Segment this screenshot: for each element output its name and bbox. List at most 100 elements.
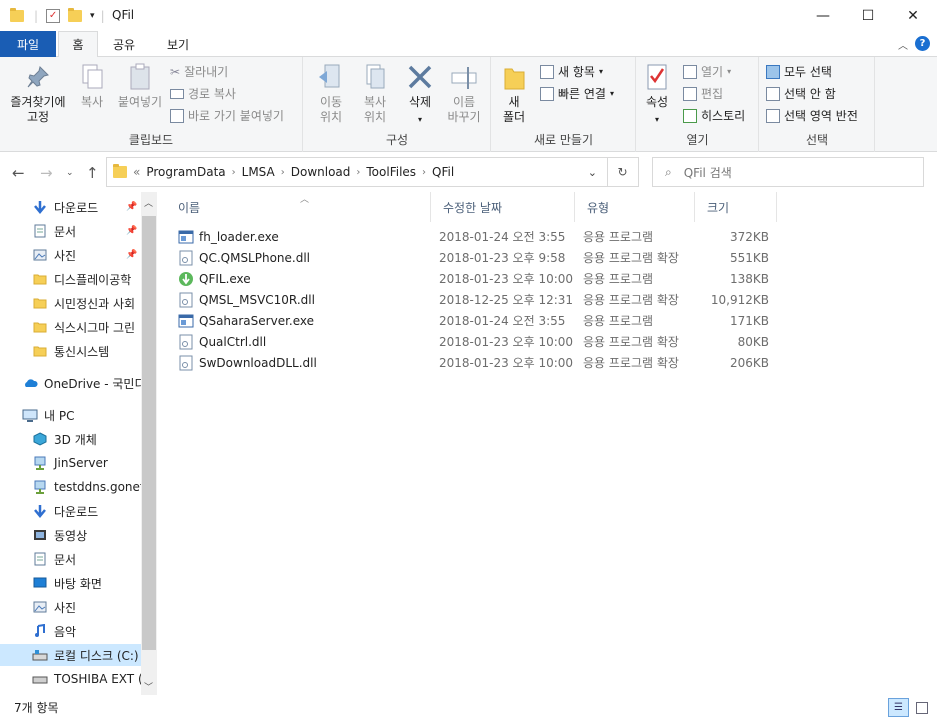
nav-item[interactable]: 시민정신과 사회: [0, 292, 141, 314]
column-size[interactable]: 크기: [695, 192, 777, 222]
column-name[interactable]: 이름: [166, 192, 431, 222]
paste-button[interactable]: 붙여넣기: [112, 63, 168, 110]
properties-icon: [643, 63, 671, 91]
address-dropdown-chevron-icon[interactable]: ⌄: [588, 166, 597, 179]
breadcrumb-item[interactable]: Download: [291, 165, 351, 179]
copy-button[interactable]: 복사: [74, 63, 110, 110]
column-date[interactable]: 수정한 날짜: [431, 192, 575, 222]
history-button[interactable]: 히스토리: [683, 107, 745, 124]
properties-button[interactable]: 속성 ▾: [639, 63, 675, 127]
select-all-button[interactable]: 모두 선택: [766, 63, 832, 80]
up-arrow-icon[interactable]: ↑: [86, 164, 99, 182]
navigation-scrollbar[interactable]: ︿ ﹀: [141, 192, 157, 695]
customize-toolbar-icon[interactable]: ▾: [90, 11, 95, 21]
nav-item-label: testddns.gonetis: [54, 480, 141, 494]
close-button[interactable]: ✕: [890, 0, 936, 31]
tab-view[interactable]: 보기: [156, 31, 200, 57]
refresh-icon: ↻: [617, 165, 628, 179]
nav-item-label: TOSHIBA EXT (D: [54, 672, 141, 686]
select-none-button[interactable]: 선택 안 함: [766, 85, 836, 102]
nav-item[interactable]: testddns.gonetis: [0, 476, 141, 498]
breadcrumb-item[interactable]: ToolFiles: [366, 165, 416, 179]
search-box[interactable]: ⌕ QFil 검색: [652, 157, 924, 187]
file-row[interactable]: QualCtrl.dll 2018-01-23 오후 10:00 응용 프로그램 확…: [174, 331, 774, 352]
minimize-button[interactable]: —: [800, 0, 846, 31]
rename-button[interactable]: 이름 바꾸기: [442, 63, 486, 125]
details-view-button[interactable]: ☰: [888, 698, 909, 717]
breadcrumb-separator-icon[interactable]: ›: [281, 167, 285, 178]
new-folder-button[interactable]: 새 폴더: [498, 63, 530, 125]
nav-item[interactable]: 음악: [0, 620, 141, 642]
file-row[interactable]: QMSL_MSVC10R.dll 2018-12-25 오후 12:31 응용 프로…: [174, 289, 774, 310]
scroll-down-arrow-icon[interactable]: ﹀: [144, 680, 153, 693]
tab-home[interactable]: 홈: [58, 31, 98, 58]
nav-item[interactable]: 디스플레이공학: [0, 268, 141, 290]
nav-item[interactable]: 다운로드: [0, 500, 141, 522]
paste-shortcut-button[interactable]: 바로 가기 붙여넣기: [170, 107, 284, 124]
invert-selection-button[interactable]: 선택 영역 반전: [766, 107, 858, 124]
breadcrumb-item[interactable]: LMSA: [242, 165, 275, 179]
overflow-icon[interactable]: «: [133, 165, 140, 179]
scroll-up-arrow-icon[interactable]: ︿: [144, 196, 153, 209]
easy-access-button[interactable]: 빠른 연결 ▾: [540, 85, 614, 102]
breadcrumb-separator-icon[interactable]: ›: [422, 167, 426, 178]
nav-item[interactable]: 동영상: [0, 524, 141, 546]
tab-share[interactable]: 공유: [104, 31, 144, 57]
help-icon[interactable]: ?: [915, 36, 930, 51]
nav-item[interactable]: 문서: [0, 548, 141, 570]
copy-path-button[interactable]: 경로 복사: [170, 85, 236, 102]
copy-to-button[interactable]: 복사 위치: [354, 63, 396, 125]
open-button[interactable]: 열기 ▾: [683, 63, 731, 80]
move-to-label: 이동 위치: [319, 95, 343, 124]
address-bar[interactable]: « ProgramData › LMSA › Download › ToolFiles › QF…: [106, 157, 608, 187]
delete-button[interactable]: 삭제 ▾: [402, 63, 438, 127]
properties-quick-icon[interactable]: ✓: [46, 9, 61, 23]
nav-item-label: 식스시그마 그린: [54, 320, 136, 335]
nav-item[interactable]: 내 PC: [0, 404, 141, 426]
nav-item[interactable]: 문서 📌: [0, 220, 141, 242]
file-row[interactable]: SwDownloadDLL.dll 2018-01-23 오후 10:00 응용 프…: [174, 352, 774, 373]
nav-item[interactable]: 다운로드 📌: [0, 196, 141, 218]
download-icon: [32, 200, 48, 214]
file-type: 응용 프로그램 확장: [583, 356, 679, 370]
pin-to-quick-access-button[interactable]: 즐겨찾기에 고정: [4, 63, 72, 125]
large-icons-view-button[interactable]: [912, 698, 932, 717]
nav-item[interactable]: JinServer: [0, 452, 141, 474]
nav-item[interactable]: TOSHIBA EXT (D: [0, 668, 141, 690]
nav-item[interactable]: 바탕 화면: [0, 572, 141, 594]
scroll-thumb[interactable]: [142, 216, 156, 650]
breadcrumb-separator-icon[interactable]: ›: [356, 167, 360, 178]
file-row[interactable]: QFIL.exe 2018-01-23 오후 10:00 응용 프로그램 138KB: [174, 268, 774, 289]
tab-file[interactable]: 파일: [0, 31, 56, 57]
new-folder-quick-icon[interactable]: [68, 8, 83, 22]
collapse-ribbon-icon[interactable]: ︿: [898, 37, 908, 52]
new-group: 새 폴더 새 항목 ▾ 빠른 연결 ▾ 새로 만들기: [492, 57, 636, 152]
nav-item[interactable]: 3D 개체: [0, 428, 141, 450]
forward-arrow-icon[interactable]: →: [40, 164, 53, 182]
nav-item[interactable]: 식스시그마 그린: [0, 316, 141, 338]
move-to-button[interactable]: 이동 위치: [310, 63, 352, 125]
column-type[interactable]: 유형: [575, 192, 695, 222]
file-row[interactable]: QC.QMSLPhone.dll 2018-01-23 오후 9:58 응용 프로그…: [174, 247, 774, 268]
new-item-button[interactable]: 새 항목 ▾: [540, 63, 603, 80]
organize-group: 이동 위치 복사 위치 삭제 ▾ 이름 바꾸기 구성: [304, 57, 491, 152]
clipboard-group: 즐겨찾기에 고정 복사 붙여넣기 ✂ 잘라내기 경로 복사 바로 가기 붙여넣기 …: [0, 57, 303, 152]
file-row[interactable]: QSaharaServer.exe 2018-01-24 오전 3:55 응용 프로…: [174, 310, 774, 331]
breadcrumb-separator-icon[interactable]: ›: [232, 167, 236, 178]
nav-item[interactable]: 통신시스템: [0, 340, 141, 362]
nav-item[interactable]: OneDrive - 국민디: [0, 372, 141, 394]
breadcrumb-item[interactable]: ProgramData: [146, 165, 225, 179]
nav-item[interactable]: 사진 📌: [0, 244, 141, 266]
refresh-button[interactable]: ↻: [607, 157, 639, 187]
cut-button[interactable]: ✂ 잘라내기: [170, 63, 228, 80]
file-type: 응용 프로그램: [583, 230, 654, 244]
nav-item[interactable]: 로컬 디스크 (C:): [0, 644, 141, 666]
back-arrow-icon[interactable]: ←: [12, 164, 25, 182]
breadcrumb-item[interactable]: QFil: [432, 165, 454, 179]
nav-item[interactable]: 사진: [0, 596, 141, 618]
edit-button[interactable]: 편집: [683, 85, 723, 102]
maximize-button[interactable]: ☐: [845, 0, 891, 31]
file-row[interactable]: fh_loader.exe 2018-01-24 오전 3:55 응용 프로그램 37…: [174, 226, 774, 247]
recent-locations-chevron-icon[interactable]: ⌄: [66, 168, 74, 178]
copy-label: 복사: [80, 95, 104, 109]
